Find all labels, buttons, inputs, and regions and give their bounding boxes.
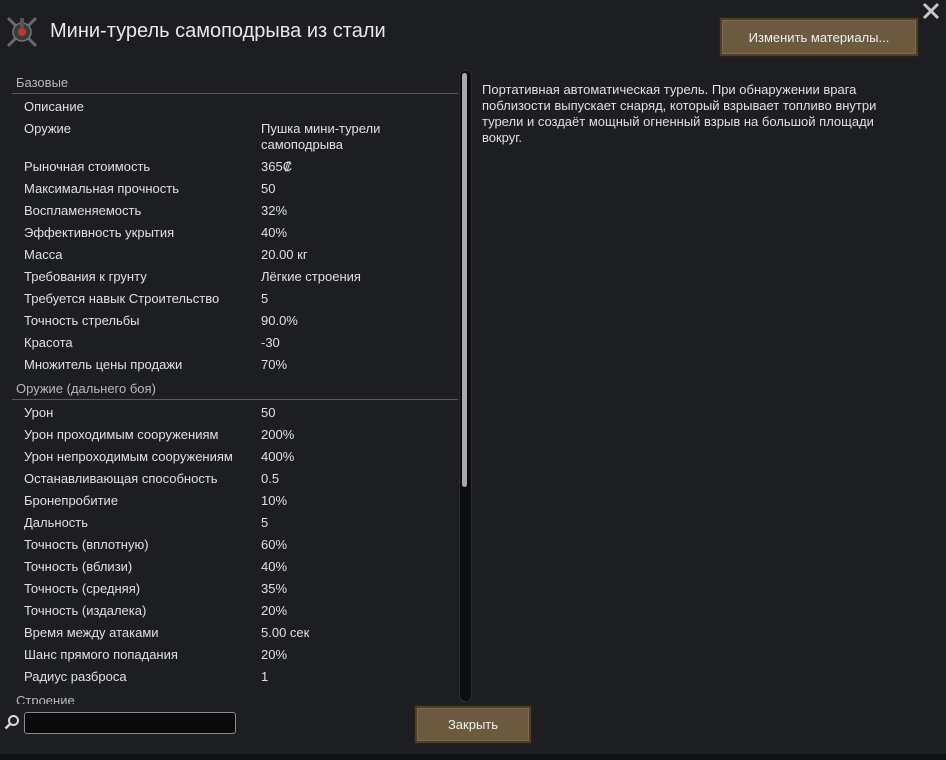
stat-row[interactable]: Время между атаками 5.00 сек xyxy=(12,622,458,644)
stat-value: 20.00 кг xyxy=(261,247,308,262)
stat-row[interactable]: Требуется навык Строительство 5 xyxy=(12,288,458,310)
bottom-edge xyxy=(0,754,946,760)
stat-row[interactable]: Точность (издалека) 20% xyxy=(12,600,458,622)
stat-value xyxy=(261,99,451,115)
stat-value: 35% xyxy=(261,581,288,596)
scrollbar-thumb[interactable] xyxy=(462,73,467,487)
stat-label: Максимальная прочность xyxy=(24,181,180,196)
section-header: Базовые xyxy=(12,72,458,94)
stat-label: Шанс прямого попадания xyxy=(24,647,178,662)
stat-row[interactable]: Рыночная стоимость 365₡ xyxy=(12,156,458,178)
window-title: Мини-турель самоподрыва из стали xyxy=(50,20,386,42)
stat-row[interactable]: Урон 50 xyxy=(12,402,458,424)
stat-label: Масса xyxy=(24,247,63,262)
stat-value: 5 xyxy=(261,515,269,530)
stat-row[interactable]: Останавливающая способность 0.5 xyxy=(12,468,458,490)
stat-row[interactable]: Максимальная прочность 50 xyxy=(12,178,458,200)
section-header: Оружие (дальнего боя) xyxy=(12,378,458,400)
search-input[interactable] xyxy=(24,712,236,734)
close-x-icon[interactable] xyxy=(920,0,942,22)
magnifier-icon xyxy=(4,715,19,730)
stats-section-building: Строение xyxy=(12,690,458,704)
stat-row[interactable]: Бронепробитие 10% xyxy=(12,490,458,512)
stat-row[interactable]: Точность стрельбы 90.0% xyxy=(12,310,458,332)
stat-label: Требования к грунту xyxy=(24,269,147,284)
stat-row[interactable]: Требования к грунту Лёгкие строения xyxy=(12,266,458,288)
item-description: Портативная автоматическая турель. При о… xyxy=(482,82,877,145)
stat-row[interactable]: Эффективность укрытия 40% xyxy=(12,222,458,244)
stat-value: Лёгкие строения xyxy=(261,269,361,284)
stat-label: Радиус разброса xyxy=(24,669,127,684)
stat-value: 20% xyxy=(261,603,288,618)
stat-value: 1 xyxy=(261,669,269,684)
stat-label: Останавливающая способность xyxy=(24,471,218,486)
stat-value: -30 xyxy=(261,335,280,350)
stat-value: 50 xyxy=(261,405,276,420)
stats-section-base: Базовые Описание Оружие Пушка мини-турели… xyxy=(12,72,458,376)
stat-row[interactable]: Точность (вблизи) 40% xyxy=(12,556,458,578)
stat-label: Дальность xyxy=(24,515,89,530)
info-window: Мини-турель самоподрыва из стали Изменит… xyxy=(0,0,946,760)
stat-label: Красота xyxy=(24,335,73,350)
stat-label: Точность стрельбы xyxy=(24,313,140,328)
stat-value: 400% xyxy=(261,449,295,464)
stat-value: 40% xyxy=(261,559,288,574)
stat-value: 90.0% xyxy=(261,313,298,328)
stat-value: 32% xyxy=(261,203,288,218)
stat-row[interactable]: Масса 20.00 кг xyxy=(12,244,458,266)
close-button[interactable]: Закрыть xyxy=(414,705,532,744)
stat-value: 10% xyxy=(261,493,288,508)
stat-value: 365₡ xyxy=(261,159,293,174)
stat-row[interactable]: Урон непроходимым сооружениям 400% xyxy=(12,446,458,468)
stat-row[interactable]: Точность (средняя) 35% xyxy=(12,578,458,600)
stat-label: Точность (вблизи) xyxy=(24,559,133,574)
stats-list: Базовые Описание Оружие Пушка мини-турели… xyxy=(12,72,458,704)
stat-value: 70% xyxy=(261,357,288,372)
stat-label: Время между атаками xyxy=(24,625,159,640)
stat-label: Бронепробитие xyxy=(24,493,119,508)
stat-label: Множитель цены продажи xyxy=(24,357,183,372)
stat-label: Требуется навык Строительство xyxy=(24,291,220,306)
stat-row[interactable]: Оружие Пушка мини-турели самоподрыва xyxy=(12,118,458,156)
stat-row[interactable]: Множитель цены продажи 70% xyxy=(12,354,458,376)
stat-value: Пушка мини-турели самоподрыва xyxy=(261,121,381,152)
section-header: Строение xyxy=(12,690,458,704)
stat-value: 200% xyxy=(261,427,295,442)
stat-row[interactable]: Радиус разброса 1 xyxy=(12,666,458,688)
stat-label: Урон проходимым сооружениям xyxy=(24,427,219,442)
stat-value: 5.00 сек xyxy=(261,625,310,640)
stat-row[interactable]: Воспламеняемость 32% xyxy=(12,200,458,222)
stat-label: Оружие xyxy=(24,121,72,136)
stat-value: 40% xyxy=(261,225,288,240)
stat-row[interactable]: Шанс прямого попадания 20% xyxy=(12,644,458,666)
turret-icon xyxy=(6,16,38,48)
stat-label: Эффективность укрытия xyxy=(24,225,175,240)
stat-value: 20% xyxy=(261,647,288,662)
stat-label: Рыночная стоимость xyxy=(24,159,151,174)
stat-label: Точность (вплотную) xyxy=(24,537,149,552)
stats-section-ranged: Оружие (дальнего боя) Урон 50 Урон проход… xyxy=(12,378,458,688)
stat-row[interactable]: Описание xyxy=(12,96,458,118)
stat-label: Урон непроходимым сооружениям xyxy=(24,449,233,464)
stat-row[interactable]: Красота -30 xyxy=(12,332,458,354)
stat-label: Точность (средняя) xyxy=(24,581,141,596)
change-materials-button[interactable]: Изменить материалы... xyxy=(719,17,919,57)
stat-label: Описание xyxy=(24,99,84,114)
stat-value: 5 xyxy=(261,291,269,306)
stat-label: Урон xyxy=(24,405,54,420)
stat-value: 50 xyxy=(261,181,276,196)
stat-value: 0.5 xyxy=(261,471,280,486)
stat-value: 60% xyxy=(261,537,288,552)
stat-row[interactable]: Точность (вплотную) 60% xyxy=(12,534,458,556)
stat-row[interactable]: Урон проходимым сооружениям 200% xyxy=(12,424,458,446)
stat-row[interactable]: Дальность 5 xyxy=(12,512,458,534)
stat-label: Воспламеняемость xyxy=(24,203,142,218)
stat-label: Точность (издалека) xyxy=(24,603,147,618)
stats-scrollbar[interactable] xyxy=(459,70,472,702)
